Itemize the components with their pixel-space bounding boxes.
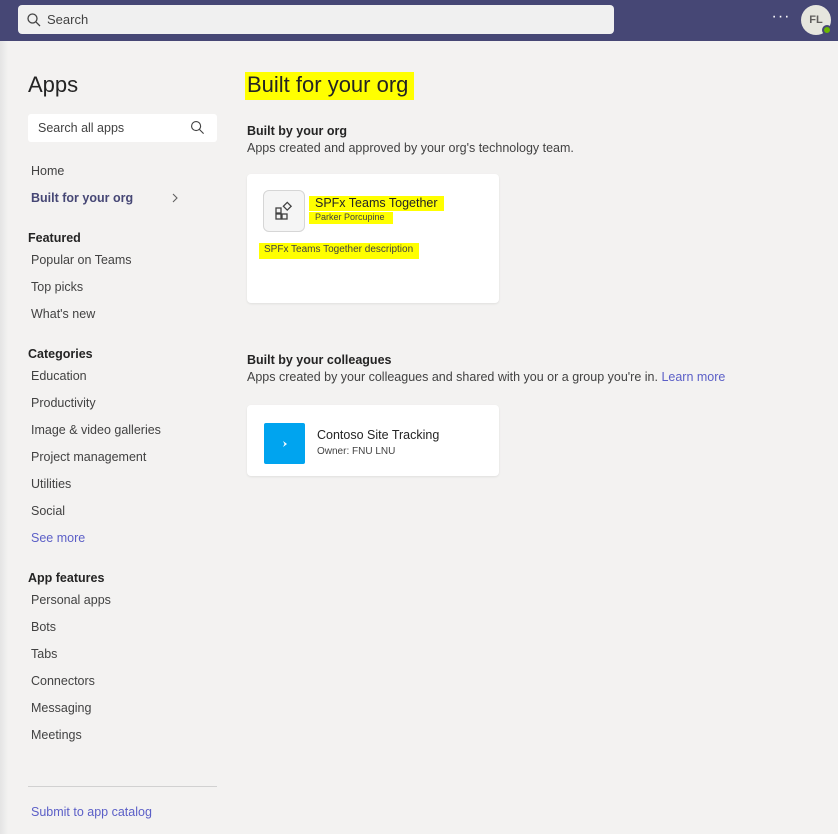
colleagues-section-description: Apps created by your colleagues and shar… (247, 370, 725, 384)
app-card-spfx-teams-together[interactable]: SPFx Teams Together Parker Porcupine SPF… (247, 174, 499, 303)
categories-heading: Categories (28, 347, 93, 361)
global-search[interactable] (18, 5, 614, 34)
sidebar-item-meetings[interactable]: Meetings (31, 728, 82, 742)
app-name: SPFx Teams Together (309, 196, 444, 211)
sidebar-item-connectors[interactable]: Connectors (31, 674, 95, 688)
sidebar-item-bots[interactable]: Bots (31, 620, 56, 634)
search-apps-input[interactable] (38, 121, 188, 135)
more-options-button[interactable]: ··· (771, 9, 791, 30)
app-card-contoso-site-tracking[interactable]: Contoso Site Tracking Owner: FNU LNU (247, 405, 499, 476)
colleagues-section-title: Built by your colleagues (247, 353, 392, 367)
sidebar-item-social[interactable]: Social (31, 504, 65, 518)
search-icon (27, 12, 41, 26)
sidebar-item-built-for-org[interactable]: Built for your org (31, 191, 133, 205)
sidebar-item-utilities[interactable]: Utilities (31, 477, 71, 491)
global-search-input[interactable] (47, 12, 587, 27)
avatar[interactable]: FL (801, 5, 832, 35)
app-name: Contoso Site Tracking (317, 428, 440, 442)
sidebar-item-popular[interactable]: Popular on Teams (31, 253, 132, 267)
org-section-title: Built by your org (247, 124, 347, 138)
app-publisher: Parker Porcupine (309, 212, 393, 224)
sidebar-item-whats-new[interactable]: What's new (31, 307, 95, 321)
page-title: Built for your org (245, 72, 415, 100)
presence-available-icon (822, 25, 832, 35)
app-features-heading: App features (28, 571, 105, 585)
sidebar-divider (28, 786, 217, 787)
sidebar-item-top-picks[interactable]: Top picks (31, 280, 83, 294)
see-more-link[interactable]: See more (31, 531, 85, 545)
learn-more-link[interactable]: Learn more (661, 370, 725, 384)
apps-add-icon (275, 201, 293, 220)
sidebar-item-productivity[interactable]: Productivity (31, 396, 96, 410)
sidebar-item-tabs[interactable]: Tabs (31, 647, 57, 661)
sidebar-item-home[interactable]: Home (31, 164, 64, 178)
sidebar-item-personal-apps[interactable]: Personal apps (31, 593, 111, 607)
top-bar: ··· FL (0, 0, 838, 41)
search-icon[interactable] (190, 120, 205, 135)
org-section-description: Apps created and approved by your org's … (247, 141, 574, 155)
submit-to-catalog-link[interactable]: Submit to app catalog (31, 805, 152, 819)
sidebar-item-project-management[interactable]: Project management (31, 450, 146, 464)
apps-sidebar (0, 41, 232, 834)
sidebar-item-education[interactable]: Education (31, 369, 87, 383)
sidebar-title: Apps (28, 72, 79, 97)
app-icon (263, 190, 305, 232)
app-icon (264, 423, 305, 464)
flow-arrow-icon (282, 440, 287, 447)
avatar-initials: FL (809, 14, 823, 26)
app-owner: Owner: FNU LNU (317, 446, 396, 457)
sidebar-item-messaging[interactable]: Messaging (31, 701, 91, 715)
chevron-right-icon (172, 193, 178, 203)
colleagues-description-text: Apps created by your colleagues and shar… (247, 370, 658, 384)
rail-edge (0, 41, 8, 834)
search-apps-box[interactable] (28, 114, 217, 142)
featured-heading: Featured (28, 231, 81, 245)
sidebar-item-image-video[interactable]: Image & video galleries (31, 423, 161, 437)
app-description: SPFx Teams Together description (259, 243, 420, 259)
